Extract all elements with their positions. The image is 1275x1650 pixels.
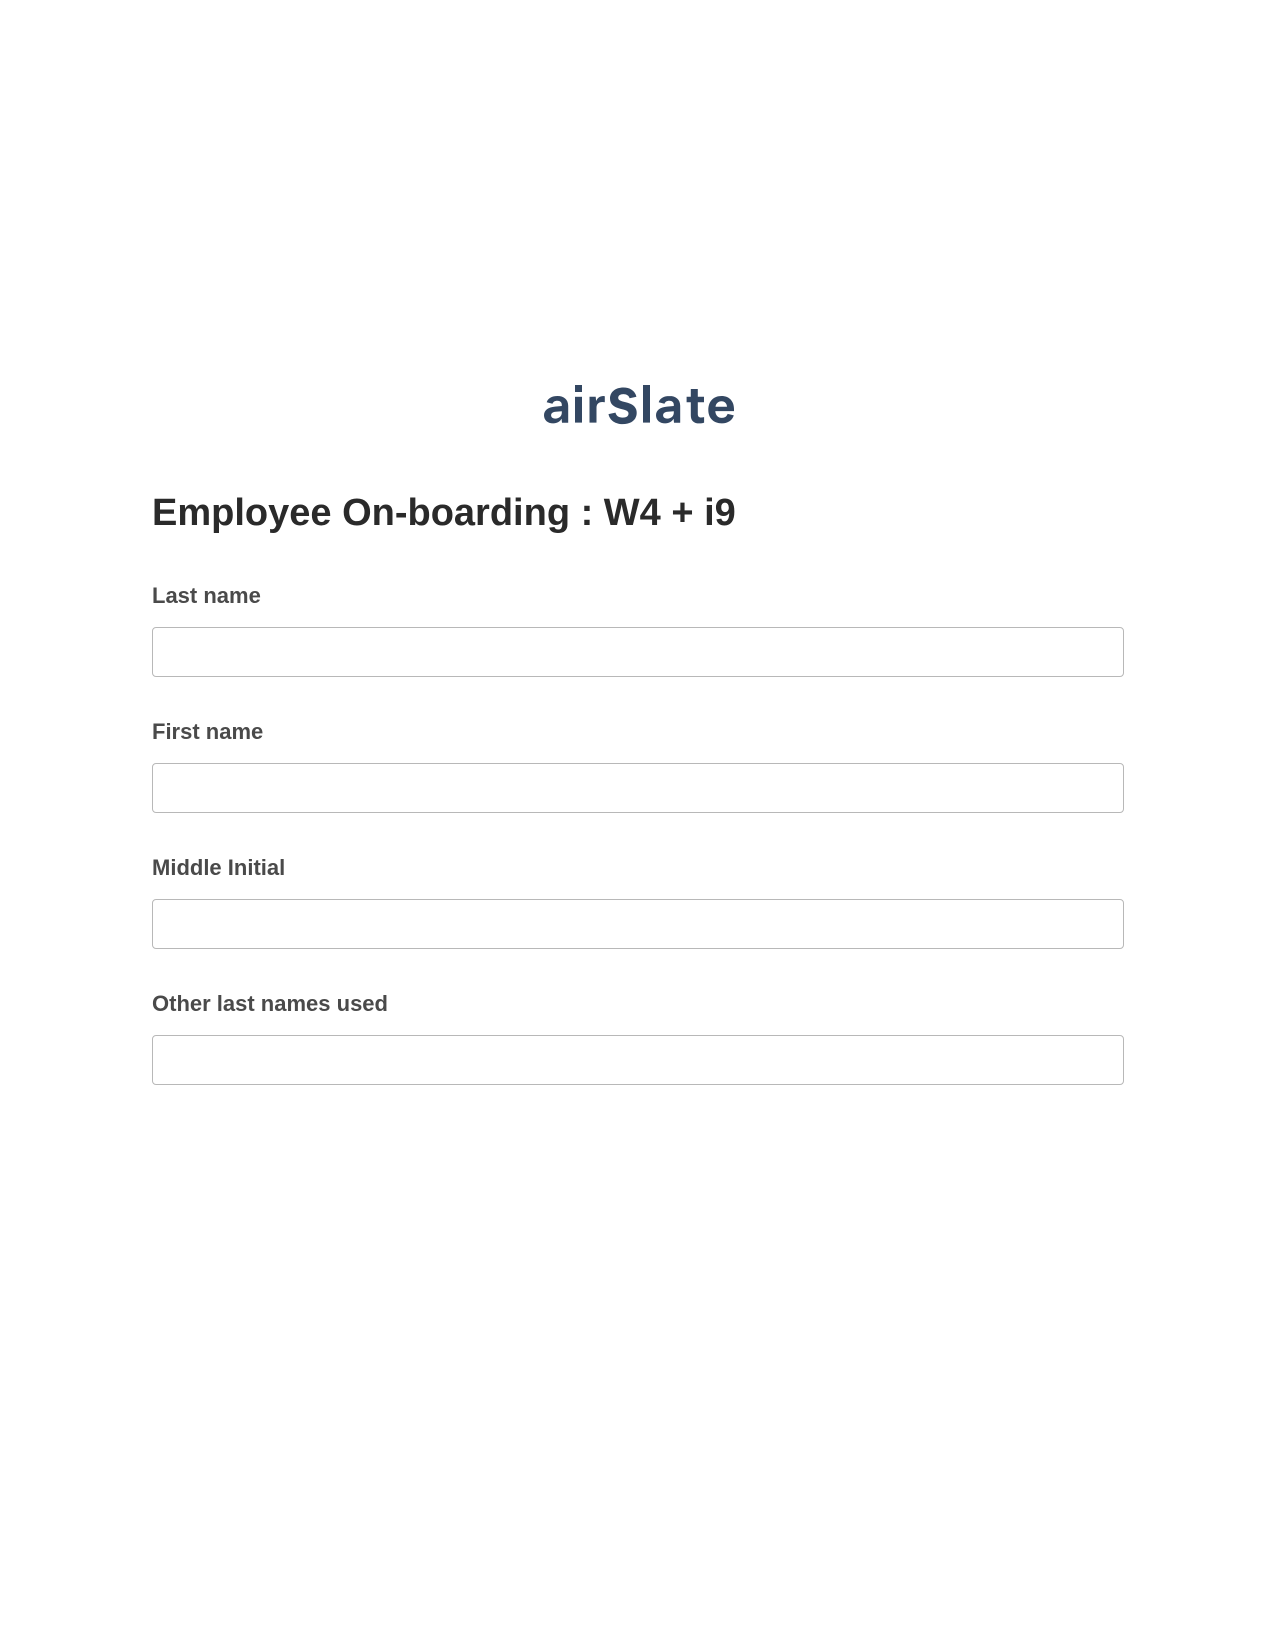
other-last-names-input[interactable] — [152, 1035, 1124, 1085]
logo-wrapper — [152, 385, 1124, 432]
form-group-middle-initial: Middle Initial — [152, 855, 1124, 949]
other-last-names-label: Other last names used — [152, 991, 1124, 1017]
form-group-other-last-names: Other last names used — [152, 991, 1124, 1085]
form-group-last-name: Last name — [152, 583, 1124, 677]
page-title: Employee On-boarding : W4 + i9 — [152, 492, 1124, 535]
last-name-label: Last name — [152, 583, 1124, 609]
form-group-first-name: First name — [152, 719, 1124, 813]
first-name-label: First name — [152, 719, 1124, 745]
middle-initial-input[interactable] — [152, 899, 1124, 949]
first-name-input[interactable] — [152, 763, 1124, 813]
form-container: Employee On-boarding : W4 + i9 Last name… — [152, 385, 1124, 1127]
middle-initial-label: Middle Initial — [152, 855, 1124, 881]
last-name-input[interactable] — [152, 627, 1124, 677]
airslate-logo — [540, 385, 736, 432]
